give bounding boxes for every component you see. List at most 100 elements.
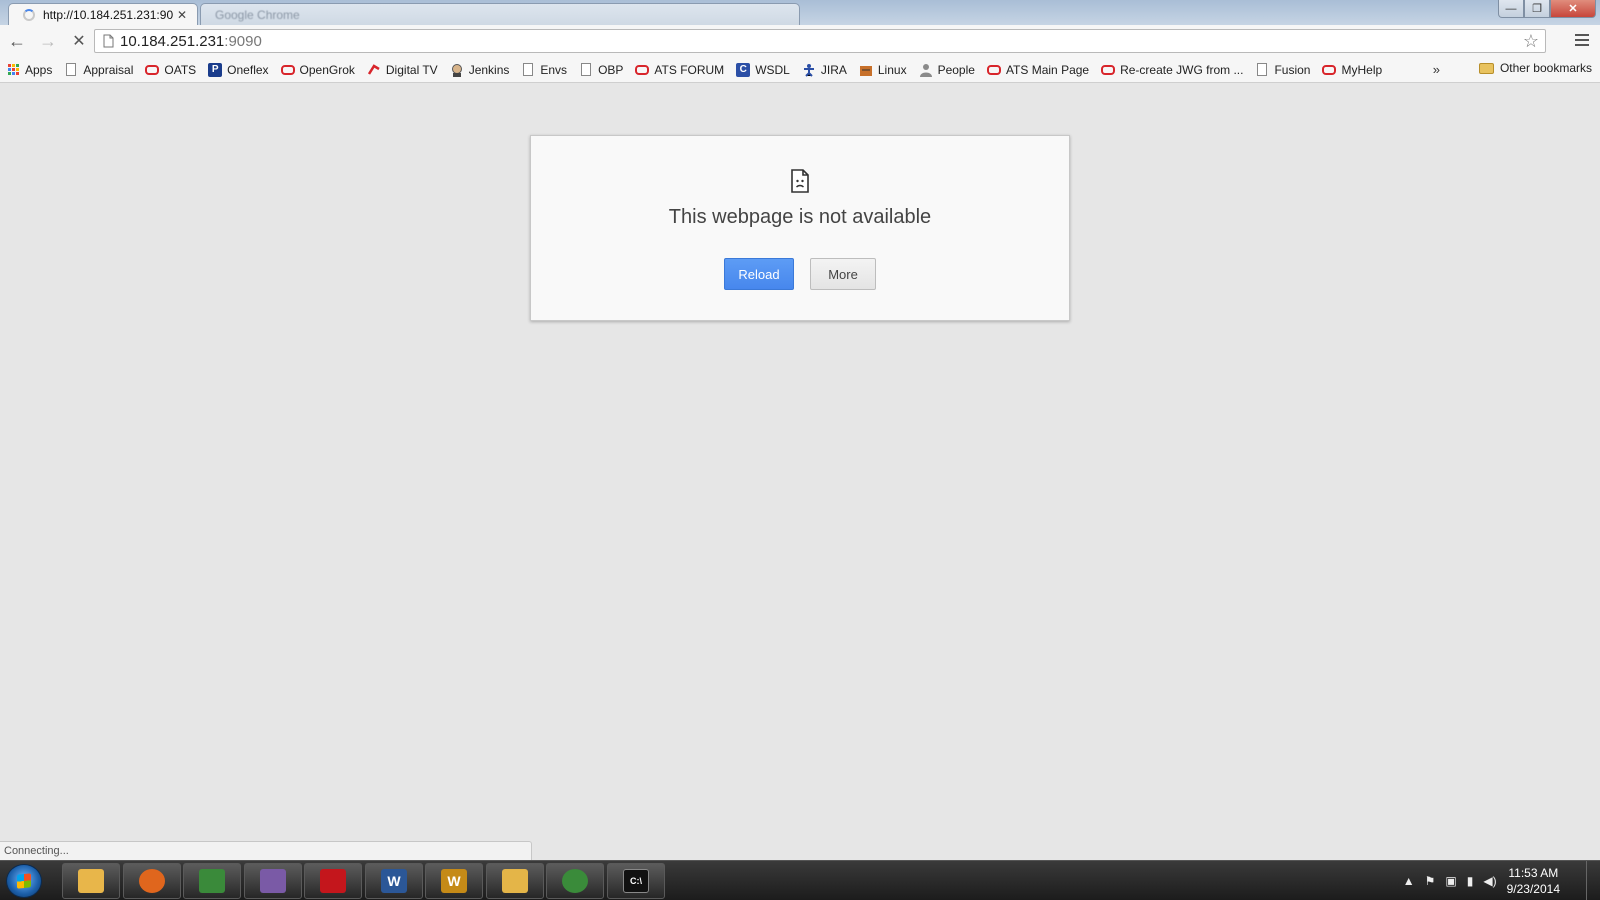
oracle-icon [1101, 63, 1116, 77]
bookmark-item[interactable]: Fusion [1255, 63, 1310, 77]
oracle-icon [986, 63, 1001, 77]
bookmark-item[interactable]: Re-create JWG from ... [1101, 63, 1243, 77]
firefox-icon [139, 869, 165, 893]
person-icon [919, 63, 933, 77]
bookmark-label: Apps [25, 62, 53, 77]
bookmark-item[interactable]: People [919, 63, 975, 77]
network-icon[interactable]: ▣ [1445, 874, 1456, 888]
clock-date: 9/23/2014 [1506, 882, 1560, 896]
tab-inactive[interactable]: Google Chrome [200, 3, 800, 25]
taskbar-app-button[interactable] [486, 863, 544, 899]
pidgin-icon [260, 869, 286, 893]
minimize-button[interactable]: — [1498, 0, 1524, 18]
bookmark-item[interactable]: ATS FORUM [635, 63, 724, 77]
bookmark-label: MyHelp [1341, 62, 1383, 77]
taskbar-app-button[interactable]: W [365, 863, 423, 899]
stop-button[interactable]: ✕ [65, 27, 93, 55]
bookmark-label: OpenGrok [299, 62, 355, 77]
taskbar-app-button[interactable] [62, 863, 120, 899]
bookmark-label: OBP [598, 62, 624, 77]
chrome-menu-icon[interactable] [1572, 30, 1592, 50]
more-button[interactable]: More [810, 258, 876, 290]
bookmark-label: People [937, 62, 975, 77]
taskbar-app-button[interactable] [183, 863, 241, 899]
oracle-icon [280, 63, 295, 77]
database-tool-icon [199, 869, 225, 893]
taskbar-app-button[interactable]: C:\ [607, 863, 665, 899]
address-bar[interactable]: 10.184.251.231:9090 ☆ [94, 29, 1546, 53]
power-icon[interactable]: ▮ [1467, 874, 1474, 888]
bookmark-item[interactable]: OBP [579, 63, 623, 77]
bookmark-label: Jenkins [468, 62, 510, 77]
windows-taskbar: ▲ ⚑ ▣ ▮ ◀) 11:53 AM 9/23/2014 W W C:\ [0, 860, 1600, 900]
taskbar-app-button[interactable] [244, 863, 302, 899]
oneflex-icon: P [208, 62, 223, 77]
other-bookmarks[interactable]: Other bookmarks [1478, 61, 1592, 75]
back-button[interactable]: ← [3, 27, 31, 55]
bookmark-item[interactable]: MyHelp [1322, 63, 1382, 77]
jenkins-icon [450, 63, 464, 77]
bookmark-star-icon[interactable]: ☆ [1523, 31, 1539, 52]
status-bubble: Connecting... [0, 841, 532, 860]
taskbar-app-button[interactable]: W [425, 863, 483, 899]
linux-icon [859, 63, 873, 77]
reload-button[interactable]: Reload [724, 258, 794, 290]
word-icon: W [381, 869, 407, 893]
bookmark-label: JIRA [820, 62, 847, 77]
apps-grid-icon [6, 63, 20, 77]
error-panel: This webpage is not available Reload Mor… [530, 135, 1070, 321]
chrome-icon [562, 869, 588, 893]
wsdl-icon: C [736, 62, 751, 77]
bookmark-item[interactable]: Envs [521, 63, 567, 77]
start-button[interactable] [6, 864, 42, 898]
bookmark-item[interactable]: JIRA [802, 63, 847, 77]
clock[interactable]: 11:53 AM 9/23/2014 [1507, 865, 1560, 897]
bookmark-item[interactable]: OATS [145, 63, 196, 77]
show-desktop-button[interactable] [1586, 861, 1600, 900]
tab-strip: http://10.184.251.231:9090 ✕ Google Chro… [0, 0, 1600, 25]
tab-active[interactable]: http://10.184.251.231:9090 ✕ [8, 3, 198, 25]
bookmark-item[interactable]: P Oneflex [208, 62, 269, 77]
system-tray: ▲ ⚑ ▣ ▮ ◀) 11:53 AM 9/23/2014 [1403, 861, 1560, 900]
clock-time: 11:53 AM [1508, 866, 1559, 880]
bookmark-item[interactable]: Linux [859, 63, 907, 77]
bookmark-label: ATS Main Page [1005, 62, 1090, 77]
bookmark-label: ATS FORUM [654, 62, 725, 77]
bookmark-item[interactable]: ATS Main Page [986, 62, 1090, 77]
taskbar-app-button[interactable] [546, 863, 604, 899]
taskbar-app-button[interactable] [304, 863, 362, 899]
bookmark-item[interactable]: Apps [6, 63, 52, 77]
bookmark-label: Re-create JWG from ... [1120, 62, 1244, 77]
folder-icon [1478, 62, 1494, 74]
other-bookmarks-label: Other bookmarks [1499, 61, 1592, 75]
bookmark-label: WSDL [755, 62, 790, 77]
bookmark-item[interactable]: Appraisal [64, 63, 133, 77]
tray-expand-icon[interactable]: ▲ [1403, 874, 1415, 888]
tab-title: http://10.184.251.231:9090 [43, 7, 173, 22]
error-title: This webpage is not available [668, 206, 932, 228]
bookmark-label: Digital TV [385, 62, 438, 77]
window-close-button[interactable]: ✕ [1550, 0, 1596, 18]
tab-title-inactive: Google Chrome [215, 7, 300, 22]
tab-close-icon[interactable]: ✕ [177, 8, 187, 22]
page-icon [64, 63, 78, 77]
forward-button[interactable]: → [34, 27, 62, 55]
window-controls: — ❐ ✕ [1498, 0, 1596, 18]
taskbar-app-button[interactable] [123, 863, 181, 899]
bookmark-item[interactable]: C WSDL [736, 62, 790, 77]
error-buttons: Reload More [531, 258, 1069, 290]
bookmark-item[interactable]: OpenGrok [280, 62, 355, 77]
bookmarks-overflow-chevron[interactable]: » [1433, 62, 1440, 77]
action-center-flag-icon[interactable]: ⚑ [1425, 874, 1436, 888]
bookmark-label: Oneflex [227, 62, 269, 77]
bookmark-label: Appraisal [83, 62, 134, 77]
page-icon [103, 34, 114, 48]
page-icon [579, 63, 593, 77]
jira-icon [802, 63, 816, 77]
maximize-button[interactable]: ❐ [1524, 0, 1550, 18]
volume-icon[interactable]: ◀) [1483, 874, 1496, 888]
bookmark-item[interactable]: Digital TV [367, 63, 438, 77]
loading-spinner-icon [23, 8, 35, 21]
outlook-tasks-icon [502, 869, 528, 893]
bookmark-item[interactable]: Jenkins [450, 62, 510, 77]
